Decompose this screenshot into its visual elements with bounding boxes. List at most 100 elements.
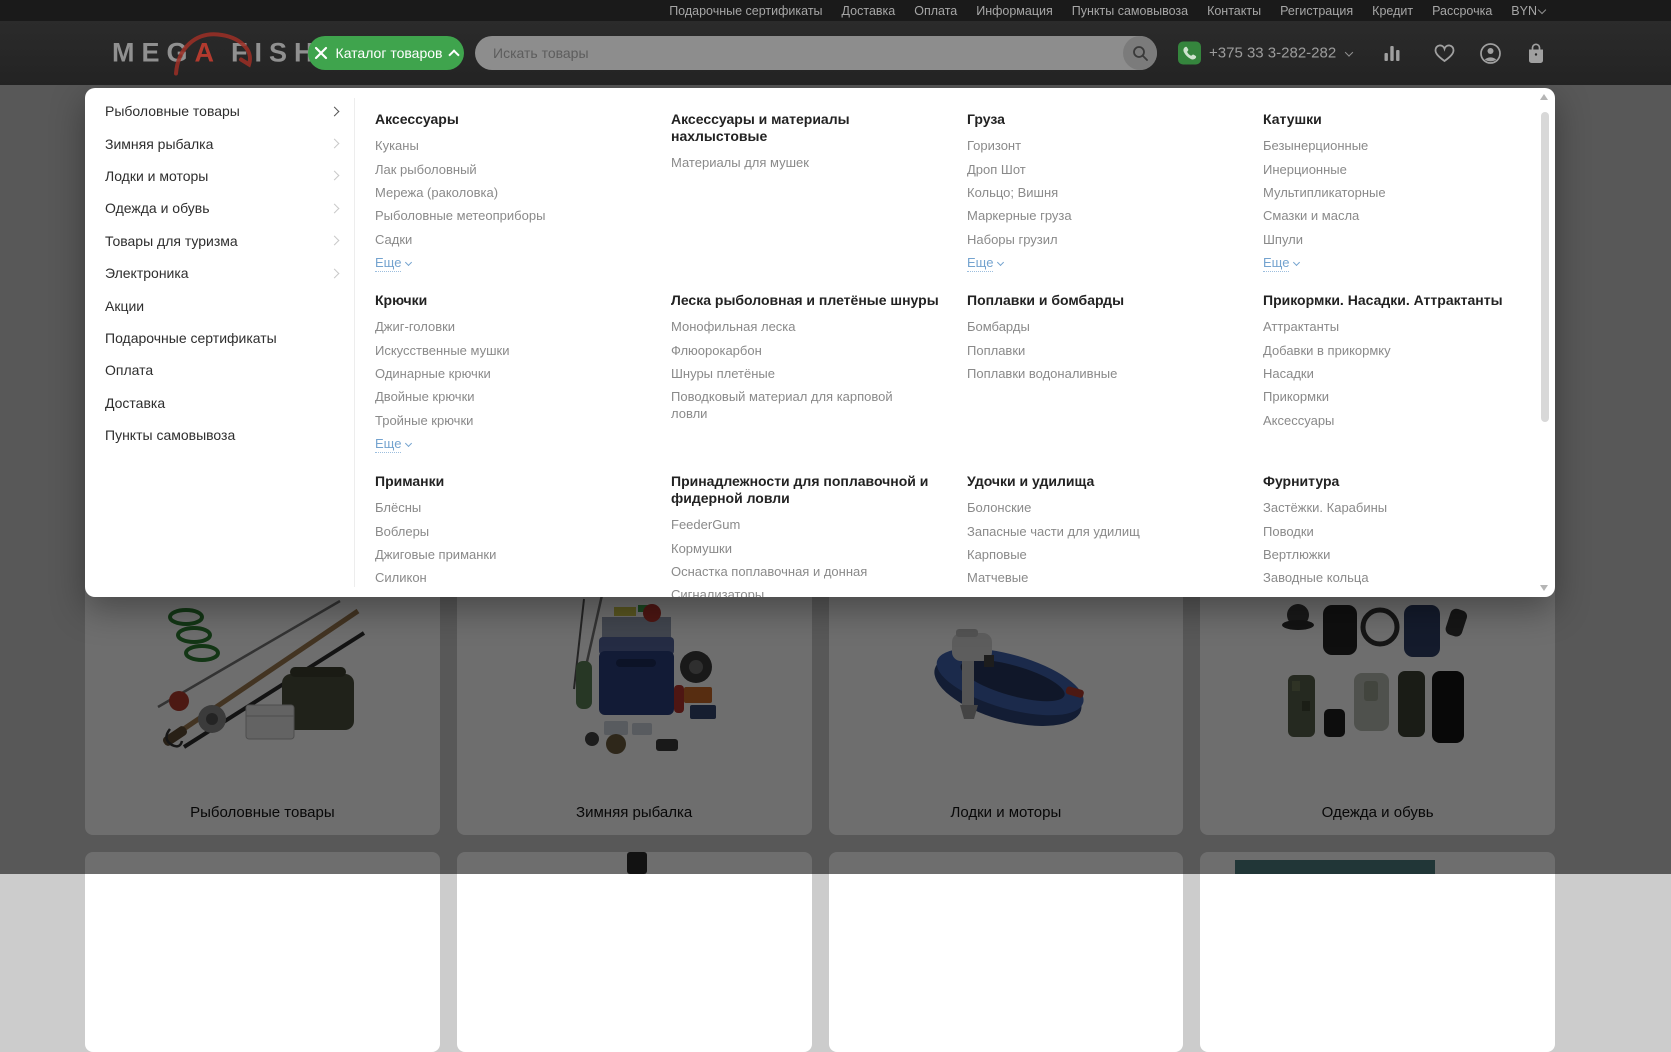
menu-link[interactable]: Лак рыболовный [375, 157, 613, 180]
chevron-down-icon [405, 440, 412, 447]
sidebar-item[interactable]: Пункты самовывоза [85, 419, 354, 451]
menu-link[interactable]: Матчевые [967, 566, 1205, 589]
logo[interactable]: MEGAFISH [112, 40, 321, 67]
menu-link[interactable]: Инерционные [1263, 157, 1501, 180]
topbar-link[interactable]: Рассрочка [1432, 4, 1492, 18]
menu-group-title: Леска рыболовная и плетёные шнуры [671, 292, 943, 309]
sidebar-item[interactable]: Оплата [85, 354, 354, 386]
topbar-link[interactable]: Пункты самовывоза [1072, 4, 1188, 18]
sidebar-item[interactable]: Лодки и моторы [85, 160, 354, 192]
menu-link[interactable]: Запасные части для удилищ [967, 519, 1205, 542]
sidebar-item[interactable]: Доставка [85, 387, 354, 419]
topbar-link[interactable]: Кредит [1372, 4, 1413, 18]
menu-link[interactable]: Мережа (раколовка) [375, 181, 613, 204]
menu-link[interactable]: Рыболовные метеоприборы [375, 204, 613, 227]
more-toggle[interactable]: Еще [1263, 255, 1299, 270]
scroll-up-arrow[interactable] [1540, 94, 1548, 100]
category-card[interactable] [1200, 852, 1555, 1052]
megamenu-column: Аксессуары КуканыЛак рыболовныйМережа (р… [375, 104, 647, 597]
menu-link[interactable]: Сигнализаторы [671, 583, 909, 597]
menu-link[interactable]: Силикон [375, 566, 613, 589]
menu-link[interactable]: Поплавки водоналивные [967, 362, 1205, 385]
menu-link[interactable]: Поплавки [967, 338, 1205, 361]
menu-link[interactable]: Джиг-головки [375, 315, 613, 338]
menu-link[interactable]: Поводковый материал для карповой ловли [671, 385, 909, 425]
menu-link[interactable]: Искусственные мушки [375, 338, 613, 361]
topbar-link[interactable]: Подарочные сертификаты [669, 4, 822, 18]
chevron-right-icon [330, 139, 340, 149]
menu-link[interactable]: Маркерные груза [967, 204, 1205, 227]
menu-link[interactable]: Мультипликаторные [1263, 181, 1501, 204]
more-toggle[interactable]: Еще [375, 436, 411, 451]
menu-link[interactable]: Оснастка поплавочная и донная [671, 560, 909, 583]
menu-link[interactable]: Бомбарды [967, 315, 1205, 338]
search-input[interactable] [475, 36, 1123, 70]
menu-link[interactable]: Шпули [1263, 228, 1501, 251]
cart-button[interactable] [1522, 39, 1550, 67]
scrollbar-thumb[interactable] [1541, 112, 1549, 422]
category-card[interactable] [85, 852, 440, 1052]
menu-link[interactable]: Болонские [967, 496, 1205, 519]
phone-block[interactable]: +375 33 3-282-282 [1178, 42, 1352, 65]
more-toggle[interactable]: Еще [375, 255, 411, 270]
more-toggle[interactable]: Еще [967, 255, 1003, 270]
menu-link[interactable]: Аттрактанты [1263, 315, 1501, 338]
sidebar-item-label: Доставка [105, 395, 165, 411]
wishlist-button[interactable] [1430, 39, 1458, 67]
menu-link[interactable]: FeederGum [671, 513, 909, 536]
sidebar-item[interactable]: Зимняя рыбалка [85, 127, 354, 159]
menu-link[interactable]: Двойные крючки [375, 385, 613, 408]
currency-selector[interactable]: BYN [1511, 4, 1545, 18]
scroll-down-arrow[interactable] [1540, 585, 1548, 591]
menu-link[interactable]: Смазки и масла [1263, 204, 1501, 227]
menu-link[interactable]: Вертлюжки [1263, 543, 1501, 566]
menu-link[interactable]: Дроп Шот [967, 157, 1205, 180]
topbar-link[interactable]: Доставка [842, 4, 896, 18]
search-button[interactable] [1123, 36, 1157, 70]
menu-link[interactable]: Кормушки [671, 536, 909, 559]
menu-link[interactable]: Застёжки. Карабины [1263, 496, 1501, 519]
compare-button[interactable] [1378, 39, 1406, 67]
sidebar-item[interactable]: Одежда и обувь [85, 192, 354, 224]
menu-link[interactable]: Материалы для мушек [671, 151, 909, 174]
topbar-link[interactable]: Контакты [1207, 4, 1261, 18]
topbar-link[interactable]: Оплата [914, 4, 957, 18]
menu-link[interactable]: Горизонт [967, 134, 1205, 157]
menu-link[interactable]: Блёсны [375, 496, 613, 519]
menu-group-title: Принадлежности для поплавочной и фидерно… [671, 473, 943, 507]
sidebar-item[interactable]: Рыболовные товары [85, 95, 354, 127]
menu-link[interactable]: Добавки в прикормку [1263, 338, 1501, 361]
menu-link[interactable]: Аксессуары [1263, 409, 1501, 432]
menu-link[interactable]: Монофильная леска [671, 315, 909, 338]
category-card[interactable] [829, 852, 1184, 1052]
menu-link[interactable]: Одинарные крючки [375, 362, 613, 385]
menu-link[interactable]: Джиговые приманки [375, 543, 613, 566]
topbar-link[interactable]: Информация [976, 4, 1053, 18]
menu-link[interactable]: Поводки [1263, 519, 1501, 542]
sidebar-item[interactable]: Товары для туризма [85, 225, 354, 257]
account-button[interactable] [1476, 39, 1504, 67]
sidebar-item[interactable]: Акции [85, 289, 354, 321]
menu-link[interactable]: Кольцо; Вишня [967, 181, 1205, 204]
catalog-button[interactable]: Каталог товаров [308, 36, 464, 70]
menu-group: Удочки и удилища БолонскиеЗапасные части… [967, 473, 1239, 597]
menu-link[interactable]: Карповые [967, 543, 1205, 566]
menu-link[interactable]: Безынерционные [1263, 134, 1501, 157]
topbar-link[interactable]: Регистрация [1280, 4, 1353, 18]
menu-link[interactable]: Насадки [1263, 362, 1501, 385]
chevron-right-icon [330, 106, 340, 116]
menu-link[interactable]: Садки [375, 228, 613, 251]
chevron-right-icon [330, 268, 340, 278]
menu-link[interactable]: Шнуры плетёные [671, 362, 909, 385]
menu-link[interactable]: Куканы [375, 134, 613, 157]
chevron-down-icon [405, 259, 412, 266]
menu-link[interactable]: Прикормки [1263, 385, 1501, 408]
menu-link[interactable]: Воблеры [375, 519, 613, 542]
sidebar-item[interactable]: Подарочные сертификаты [85, 322, 354, 354]
menu-link[interactable]: Наборы грузил [967, 228, 1205, 251]
menu-link[interactable]: Флюорокарбон [671, 338, 909, 361]
sidebar-item[interactable]: Электроника [85, 257, 354, 289]
category-card[interactable] [457, 852, 812, 1052]
menu-link[interactable]: Тройные крючки [375, 409, 613, 432]
menu-link[interactable]: Заводные кольца [1263, 566, 1501, 589]
